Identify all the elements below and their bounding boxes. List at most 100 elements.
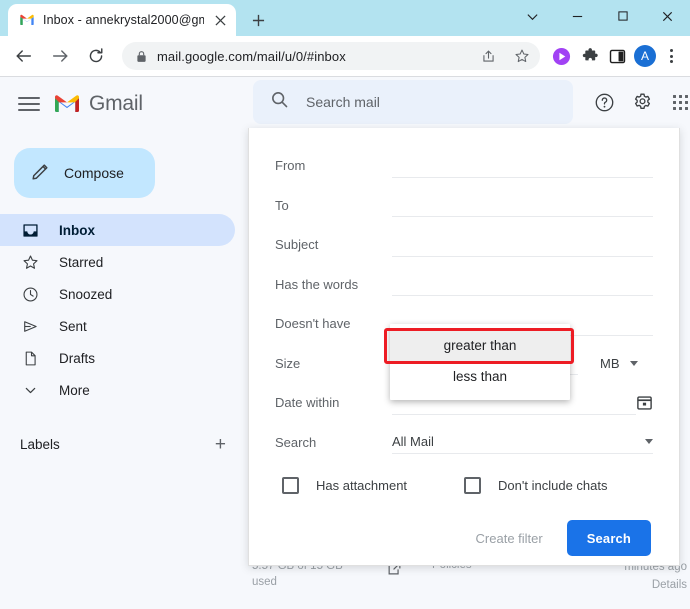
size-comparison-dropdown: greater than less than	[390, 324, 570, 400]
search-button[interactable]: Search	[566, 520, 651, 556]
caret-down-icon	[645, 439, 653, 445]
close-icon[interactable]	[212, 12, 228, 28]
gmail-sidebar: Gmail Compose Inbox Starred Snoozed Sent…	[0, 77, 248, 609]
sidebar-item-label: Starred	[59, 254, 104, 270]
field-label: Search	[275, 434, 317, 450]
play-circle-icon[interactable]	[548, 43, 574, 69]
sidebar-item-label: Sent	[59, 318, 87, 334]
gmail-header: Gmail	[0, 81, 248, 127]
calendar-icon[interactable]	[636, 394, 653, 411]
caret-down-icon	[629, 360, 638, 366]
gear-icon[interactable]	[625, 85, 659, 119]
has-the-words-input[interactable]	[392, 272, 653, 297]
star-icon[interactable]	[510, 44, 534, 68]
browser-tab[interactable]: Inbox - annekrystal2000@gmail.c	[8, 4, 236, 36]
browser-window: Inbox - annekrystal2000@gmail.c	[0, 0, 690, 609]
search-placeholder: Search mail	[306, 94, 380, 110]
tab-title: Inbox - annekrystal2000@gmail.c	[43, 13, 204, 27]
chevron-down-icon	[20, 383, 40, 398]
has-attachment-checkbox[interactable]: Has attachment	[282, 476, 408, 494]
field-row-has-the-words: Has the words	[275, 265, 653, 305]
new-tab-button[interactable]	[244, 6, 272, 34]
labels-section-header: Labels +	[0, 428, 248, 460]
gmail-favicon	[19, 12, 35, 28]
reload-icon[interactable]	[81, 41, 111, 71]
side-panel-icon[interactable]	[604, 43, 630, 69]
gmail-main: Search mail 5.57 GB of 15 GB used minute…	[248, 77, 690, 609]
checkbox-box	[282, 476, 299, 494]
send-icon	[20, 318, 40, 335]
checkbox-row: Has attachment Don't include chats	[275, 462, 653, 508]
chevron-down-icon[interactable]	[510, 0, 555, 32]
help-icon[interactable]	[587, 85, 621, 119]
gmail-page: Gmail Compose Inbox Starred Snoozed Sent…	[0, 77, 690, 609]
size-option-less-than[interactable]: less than	[390, 361, 570, 392]
close-icon[interactable]	[645, 0, 690, 32]
browser-toolbar: mail.google.com/mail/u/0/#inbox A	[0, 36, 690, 77]
back-arrow-icon[interactable]	[9, 41, 39, 71]
details-link[interactable]: Details	[624, 577, 687, 595]
checkbox-label: Don't include chats	[498, 477, 608, 493]
search-scope-select[interactable]: All Mail	[392, 430, 653, 455]
compose-label: Compose	[64, 165, 124, 181]
field-label: Has the words	[275, 276, 359, 292]
kebab-menu-icon[interactable]	[660, 43, 682, 69]
subject-input[interactable]	[392, 233, 653, 257]
from-input[interactable]	[392, 154, 653, 178]
search-scope-value: All Mail	[392, 434, 434, 450]
inbox-icon	[20, 222, 40, 239]
gmail-logo: Gmail	[54, 92, 143, 116]
sidebar-item-label: More	[59, 382, 90, 398]
sidebar-item-drafts[interactable]: Drafts	[0, 342, 235, 374]
field-label: Date within	[275, 395, 340, 411]
star-icon	[20, 254, 40, 271]
field-label: Size	[275, 355, 301, 371]
sidebar-item-snoozed[interactable]: Snoozed	[0, 278, 235, 310]
share-icon[interactable]	[476, 44, 500, 68]
search-input[interactable]: Search mail	[253, 80, 573, 124]
compose-button[interactable]: Compose	[14, 148, 155, 198]
sidebar-nav: Inbox Starred Snoozed Sent Drafts More	[0, 214, 248, 406]
clock-icon	[20, 286, 40, 303]
dont-include-chats-checkbox[interactable]: Don't include chats	[464, 476, 608, 494]
apps-grid-icon[interactable]	[663, 85, 690, 119]
browser-titlebar: Inbox - annekrystal2000@gmail.c	[0, 0, 690, 36]
maximize-icon[interactable]	[600, 0, 645, 32]
sidebar-item-more[interactable]: More	[0, 374, 235, 406]
size-option-greater-than[interactable]: greater than	[390, 330, 570, 361]
field-row-from: From	[275, 146, 653, 186]
sidebar-item-label: Snoozed	[59, 286, 113, 302]
labels-label: Labels	[20, 436, 60, 452]
puzzle-piece-icon[interactable]	[576, 43, 602, 69]
size-unit-select[interactable]: MB	[600, 356, 638, 371]
panel-actions: Create filter Search	[275, 520, 653, 556]
checkbox-box	[464, 476, 482, 494]
address-bar-url: mail.google.com/mail/u/0/#inbox	[157, 48, 346, 64]
checkbox-label: Has attachment	[316, 477, 408, 493]
gmail-logo-icon	[55, 95, 79, 112]
add-label-button[interactable]: +	[215, 435, 226, 454]
window-controls	[510, 0, 690, 32]
lock-icon	[136, 50, 147, 63]
address-bar[interactable]: mail.google.com/mail/u/0/#inbox	[122, 42, 540, 70]
sidebar-item-sent[interactable]: Sent	[0, 310, 235, 342]
avatar[interactable]: A	[634, 45, 656, 67]
pencil-icon	[31, 161, 51, 186]
field-label: Doesn't have	[275, 316, 351, 332]
sidebar-item-inbox[interactable]: Inbox	[0, 214, 235, 246]
hamburger-icon[interactable]	[18, 97, 40, 111]
sidebar-item-label: Drafts	[59, 350, 96, 366]
search-options-panel: From To Subject Has the words Doesn't ha	[248, 128, 680, 566]
top-icons	[587, 85, 690, 119]
field-row-search-scope: Search All Mail	[275, 423, 653, 463]
field-label: From	[275, 158, 306, 174]
size-unit-label: MB	[600, 355, 620, 371]
minimize-icon[interactable]	[555, 0, 600, 32]
forward-arrow-icon[interactable]	[45, 41, 75, 71]
create-filter-button[interactable]: Create filter	[466, 523, 553, 554]
to-input[interactable]	[392, 193, 653, 218]
sidebar-item-starred[interactable]: Starred	[0, 246, 235, 278]
sidebar-item-label: Inbox	[59, 222, 95, 238]
field-label: To	[275, 197, 289, 213]
field-label: Subject	[275, 237, 319, 253]
